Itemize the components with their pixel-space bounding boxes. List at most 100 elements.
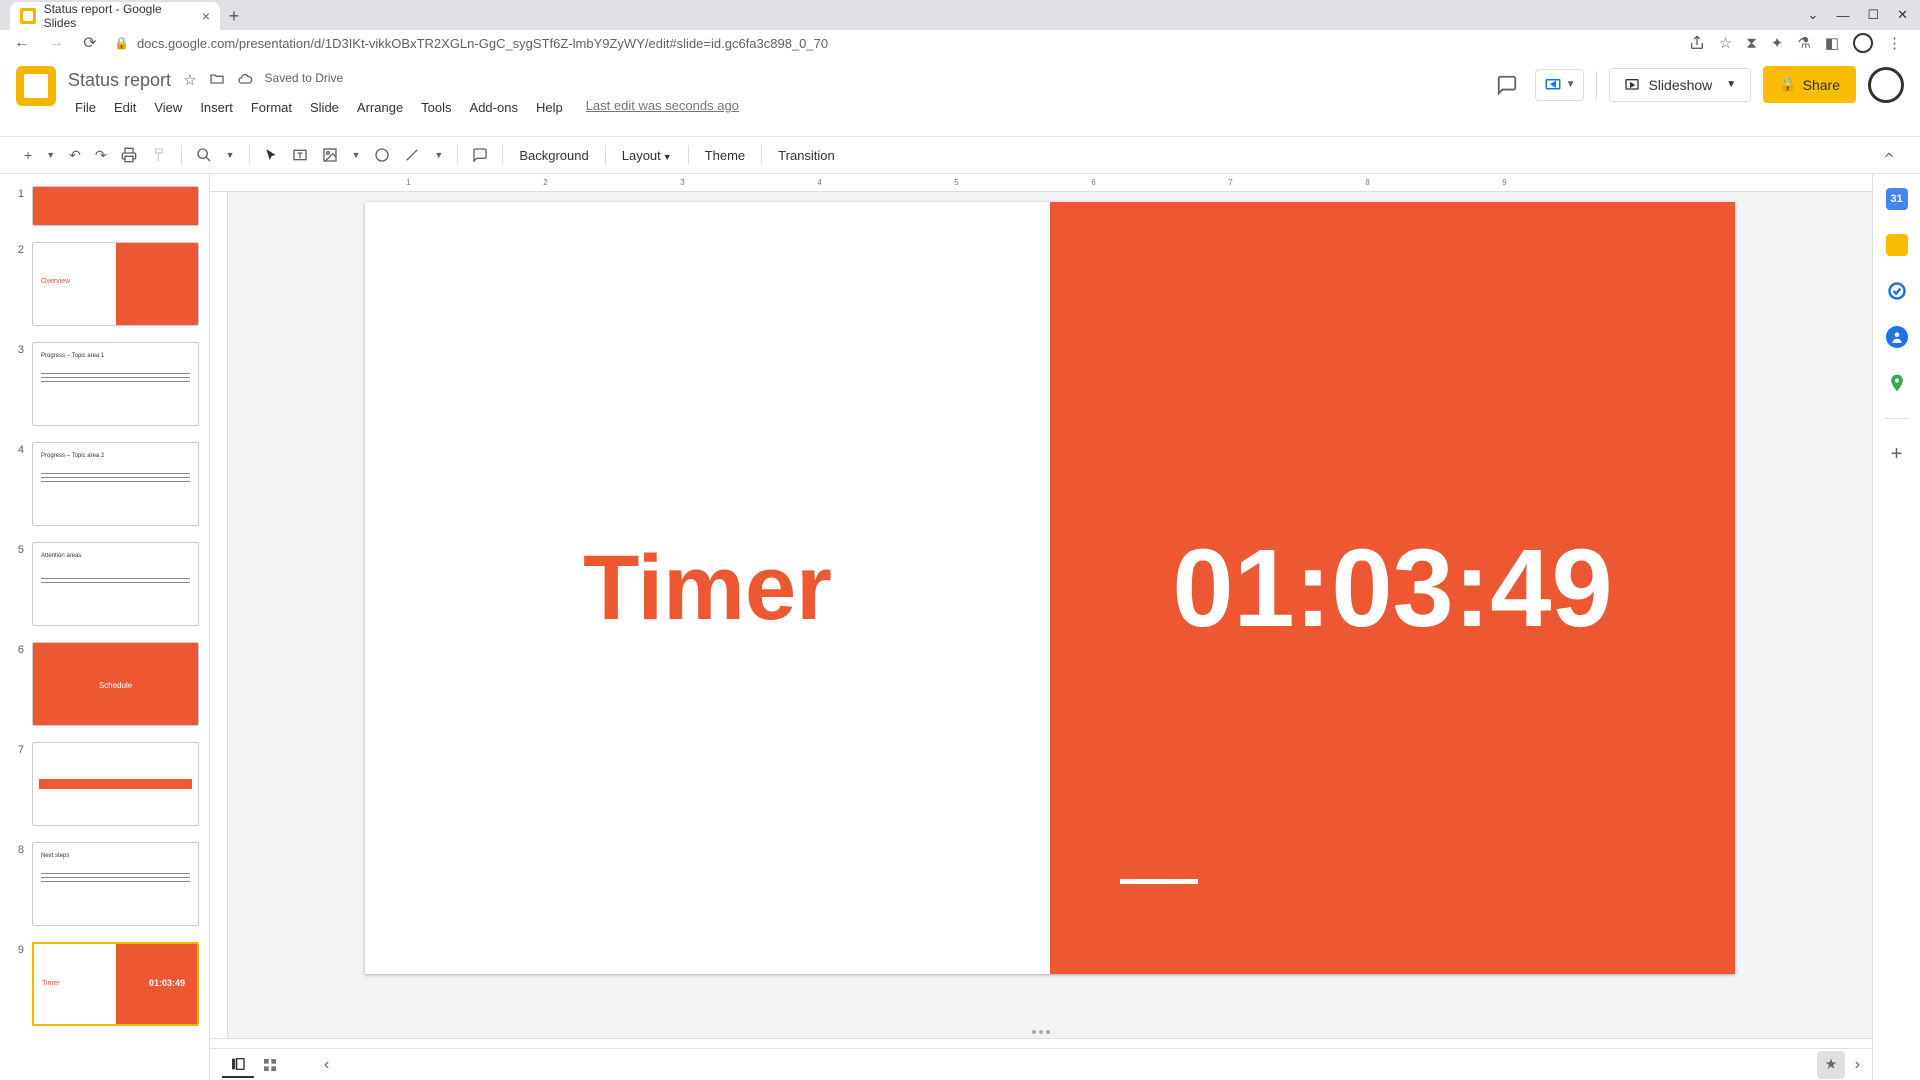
maximize-icon[interactable]: ☐	[1867, 7, 1879, 23]
zoom-button[interactable]	[190, 143, 218, 167]
tasks-icon[interactable]	[1886, 280, 1908, 302]
image-dropdown[interactable]: ▼	[346, 146, 367, 164]
main-area: 1 2 Overview 3 Progress – Topic area 1 4…	[0, 174, 1920, 1080]
slides-logo-icon[interactable]	[16, 66, 56, 106]
menu-insert[interactable]: Insert	[193, 98, 240, 117]
toolbar: + ▼ ↶ ↷ ▼ ▼ ▼ Background Layout▼ Theme T…	[0, 136, 1920, 174]
minimize-icon[interactable]: —	[1836, 8, 1849, 23]
undo-button[interactable]: ↶	[63, 143, 87, 168]
zoom-dropdown[interactable]: ▼	[220, 146, 241, 164]
doc-title[interactable]: Status report	[68, 70, 171, 91]
share-page-icon[interactable]	[1689, 35, 1705, 51]
menu-file[interactable]: File	[68, 98, 103, 117]
slideshow-button[interactable]: Slideshow ▼	[1609, 68, 1751, 102]
layout-button[interactable]: Layout▼	[614, 144, 680, 167]
close-tab-icon[interactable]: ×	[202, 8, 210, 24]
hide-menus-button[interactable]	[1876, 144, 1902, 166]
keep-icon[interactable]	[1886, 234, 1908, 256]
contacts-icon[interactable]	[1886, 326, 1908, 348]
background-button[interactable]: Background	[511, 144, 596, 167]
tab-bar: Status report - Google Slides × + ⌄ — ☐ …	[0, 0, 1920, 30]
transition-button[interactable]: Transition	[770, 144, 843, 167]
chevron-down-icon: ▼	[1566, 79, 1576, 90]
bookmark-icon[interactable]: ☆	[1719, 34, 1732, 52]
collapse-filmstrip-button[interactable]: ‹	[316, 1052, 337, 1078]
extensions-icon[interactable]: ✦	[1771, 34, 1784, 52]
slide-thumb-9[interactable]: Timer01:03:49	[32, 942, 199, 1026]
slide-title-text[interactable]: Timer	[583, 536, 832, 641]
image-tool[interactable]	[316, 143, 344, 167]
slide-thumb-3[interactable]: Progress – Topic area 1	[32, 342, 199, 426]
collapse-sidepanel-button[interactable]: ›	[1855, 1056, 1860, 1074]
menu-slide[interactable]: Slide	[303, 98, 346, 117]
share-button[interactable]: 🔒 Share	[1763, 66, 1856, 103]
maps-icon[interactable]	[1886, 372, 1908, 394]
reload-icon[interactable]: ⟳	[80, 33, 100, 53]
slide-thumb-8[interactable]: Next steps	[32, 842, 199, 926]
notes-resize-handle[interactable]	[1032, 1030, 1050, 1034]
add-addon-button[interactable]: +	[1891, 443, 1903, 466]
forward-icon[interactable]: →	[46, 34, 66, 52]
saved-status: Saved to Drive	[265, 71, 344, 89]
cloud-icon[interactable]	[237, 71, 253, 89]
menu-tools[interactable]: Tools	[414, 98, 458, 117]
back-icon[interactable]: ←	[12, 34, 32, 52]
chrome-menu-icon[interactable]: ⋮	[1887, 34, 1902, 52]
timer-value-text[interactable]: 01:03:49	[1172, 525, 1612, 652]
menu-addons[interactable]: Add-ons	[463, 98, 525, 117]
new-slide-dropdown[interactable]: ▼	[40, 146, 61, 164]
menu-arrange[interactable]: Arrange	[350, 98, 410, 117]
menu-help[interactable]: Help	[529, 98, 570, 117]
new-slide-button[interactable]: +	[18, 143, 38, 167]
select-tool[interactable]	[258, 144, 284, 166]
redo-button[interactable]: ↷	[89, 143, 113, 168]
chevron-down-icon: ▼	[1726, 79, 1736, 90]
print-button[interactable]	[115, 143, 143, 167]
profile-avatar-icon[interactable]	[1853, 33, 1873, 53]
close-window-icon[interactable]: ✕	[1897, 7, 1908, 23]
slide-thumb-2[interactable]: Overview	[32, 242, 199, 326]
slide-thumb-7[interactable]	[32, 742, 199, 826]
browser-chrome: Status report - Google Slides × + ⌄ — ☐ …	[0, 0, 1920, 56]
menu-view[interactable]: View	[147, 98, 189, 117]
line-dropdown[interactable]: ▼	[428, 146, 449, 164]
slide-thumb-6[interactable]: Schedule	[32, 642, 199, 726]
new-tab-button[interactable]: +	[220, 2, 248, 30]
filmstrip-view-button[interactable]	[222, 1052, 254, 1078]
comment-tool[interactable]	[466, 143, 494, 167]
slide-stage[interactable]: Timer 01:03:49	[228, 192, 1872, 1038]
menu-edit[interactable]: Edit	[107, 98, 143, 117]
paint-format-button[interactable]	[145, 143, 173, 167]
slide-num: 9	[10, 942, 24, 1026]
slide-thumb-4[interactable]: Progress – Topic area 2	[32, 442, 199, 526]
slide-panel[interactable]: 1 2 Overview 3 Progress – Topic area 1 4…	[0, 174, 210, 1080]
browser-tab[interactable]: Status report - Google Slides ×	[10, 2, 220, 30]
last-edit-link[interactable]: Last edit was seconds ago	[586, 98, 739, 117]
grid-view-button[interactable]	[254, 1053, 286, 1077]
line-tool[interactable]	[398, 143, 426, 167]
shape-tool[interactable]	[368, 143, 396, 167]
theme-button[interactable]: Theme	[697, 144, 753, 167]
explore-button[interactable]	[1817, 1051, 1845, 1079]
calendar-icon[interactable]: 31	[1886, 188, 1908, 210]
slide-thumb-1[interactable]	[32, 186, 199, 226]
textbox-tool[interactable]	[286, 143, 314, 167]
chevron-down-icon[interactable]: ⌄	[1808, 7, 1819, 23]
present-mode-button[interactable]: ▼	[1535, 69, 1585, 101]
star-icon[interactable]: ☆	[183, 71, 196, 89]
sidepanel-icon[interactable]: ◧	[1825, 34, 1839, 52]
slide-canvas[interactable]: Timer 01:03:49	[365, 202, 1735, 974]
move-icon[interactable]	[209, 71, 225, 89]
window-controls: ⌄ — ☐ ✕	[1808, 0, 1920, 30]
hourglass-icon[interactable]: ⧗	[1746, 35, 1757, 52]
menu-format[interactable]: Format	[244, 98, 299, 117]
slide-num: 8	[10, 842, 24, 926]
doc-info: Status report ☆ Saved to Drive File Edit…	[68, 66, 739, 117]
slide-thumb-5[interactable]: Attention areas	[32, 542, 199, 626]
labs-flask-icon[interactable]: ⚗	[1797, 34, 1810, 52]
comments-button[interactable]	[1491, 69, 1523, 101]
account-avatar-icon[interactable]	[1868, 67, 1904, 103]
url-box[interactable]: 🔒 docs.google.com/presentation/d/1D3IKt-…	[114, 36, 1675, 51]
menu-bar: File Edit View Insert Format Slide Arran…	[68, 98, 739, 117]
share-label: Share	[1803, 77, 1840, 93]
